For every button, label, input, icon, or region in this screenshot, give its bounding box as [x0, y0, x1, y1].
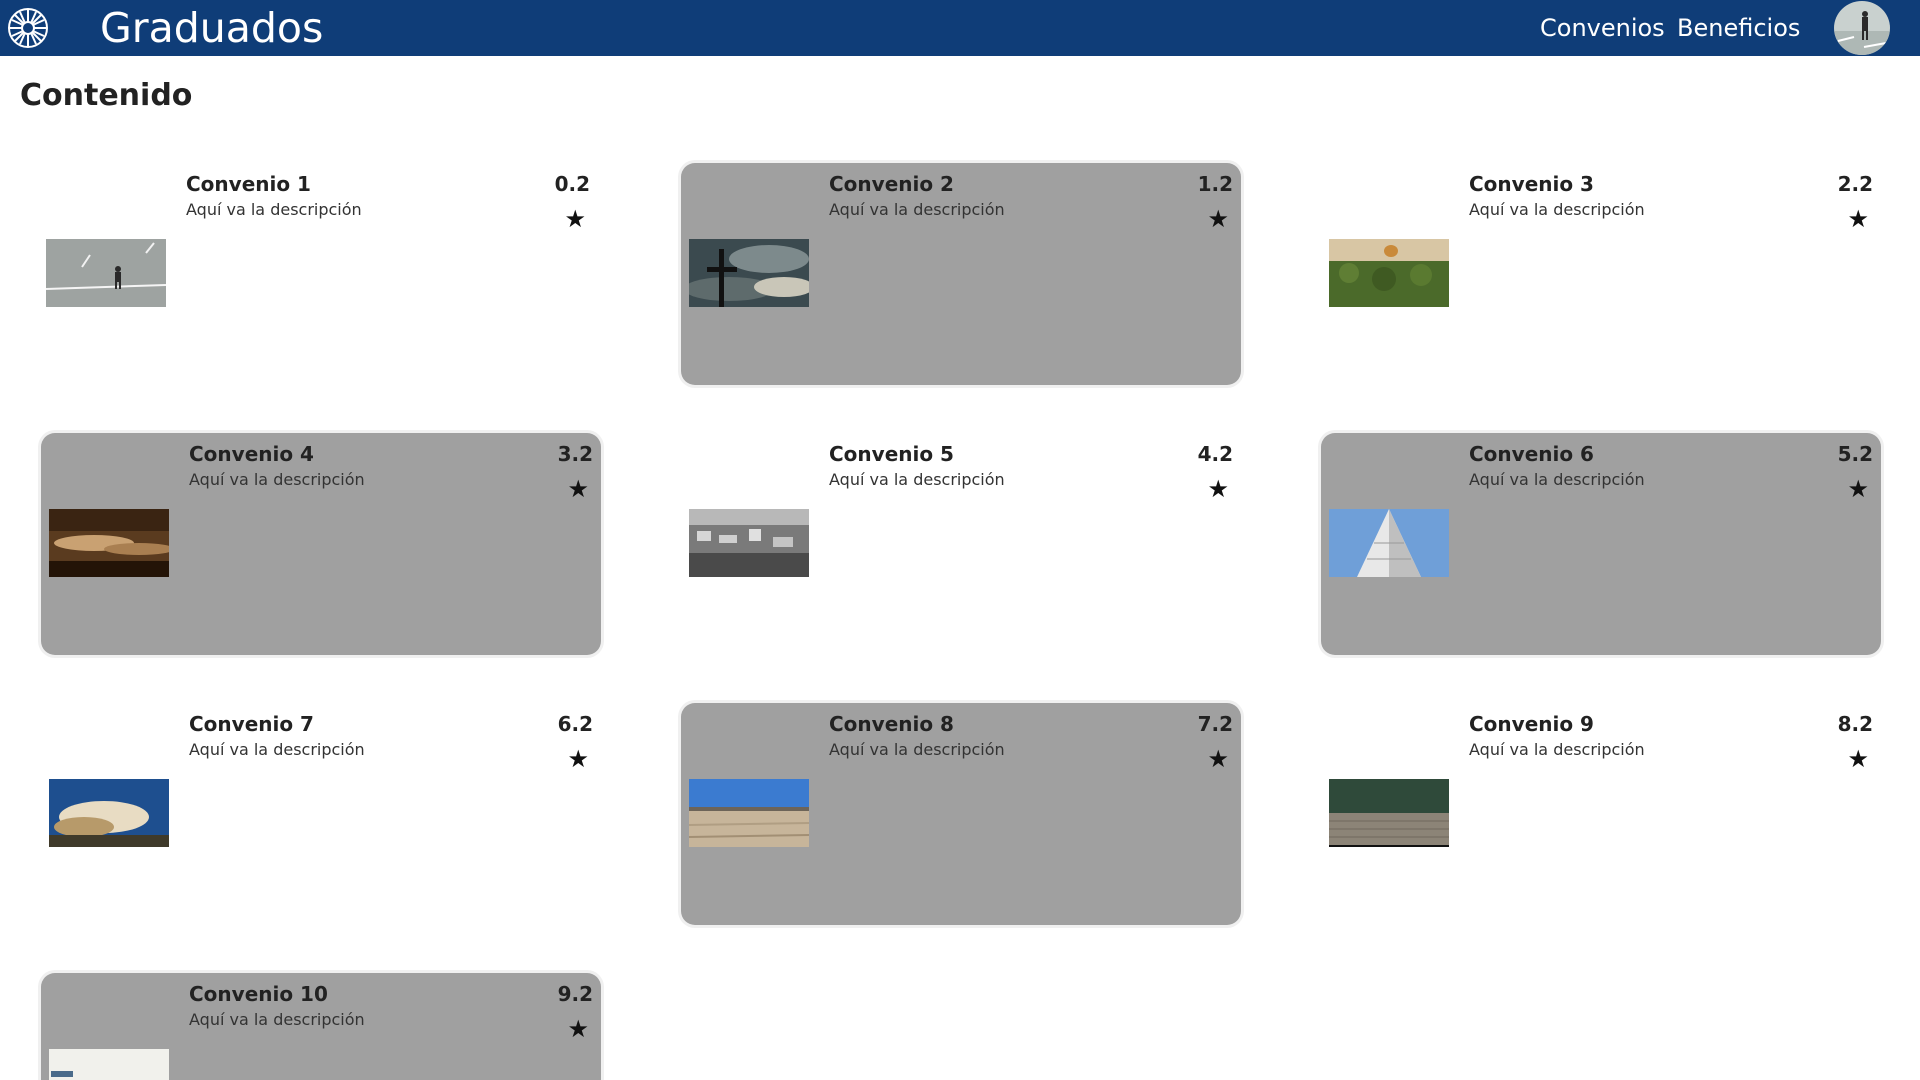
convenio-thumbnail — [1329, 239, 1449, 307]
convenio-card[interactable]: Convenio 1 Aquí va la descripción 0.2 ★ — [38, 163, 598, 385]
convenio-card[interactable]: Convenio 2 Aquí va la descripción 1.2 ★ — [681, 163, 1241, 385]
card-score: 0.2 — [554, 172, 590, 196]
university-logo-icon[interactable] — [7, 7, 49, 49]
card-title: Convenio 8 — [829, 712, 954, 736]
app-brand[interactable]: Graduados — [100, 2, 323, 54]
convenio-thumbnail — [49, 1049, 169, 1080]
convenio-card[interactable]: Convenio 4 Aquí va la descripción 3.2 ★ — [41, 433, 601, 655]
card-title: Convenio 7 — [189, 712, 314, 736]
convenio-thumbnail — [46, 239, 166, 307]
card-score: 4.2 — [1197, 442, 1233, 466]
card-title: Convenio 3 — [1469, 172, 1594, 196]
star-icon[interactable]: ★ — [567, 747, 589, 771]
star-icon[interactable]: ★ — [1207, 747, 1229, 771]
card-description: Aquí va la descripción — [186, 200, 362, 219]
nav-link-beneficios[interactable]: Beneficios — [1677, 12, 1800, 44]
star-icon[interactable]: ★ — [564, 207, 586, 231]
convenio-card[interactable]: Convenio 10 Aquí va la descripción 9.2 ★ — [41, 973, 601, 1080]
card-score: 9.2 — [557, 982, 593, 1006]
convenio-thumbnail — [689, 509, 809, 577]
convenio-card[interactable]: Convenio 5 Aquí va la descripción 4.2 ★ — [681, 433, 1241, 655]
card-description: Aquí va la descripción — [829, 470, 1005, 489]
card-score: 8.2 — [1837, 712, 1873, 736]
card-description: Aquí va la descripción — [829, 200, 1005, 219]
star-icon[interactable]: ★ — [1207, 477, 1229, 501]
card-description: Aquí va la descripción — [829, 740, 1005, 759]
star-icon[interactable]: ★ — [567, 477, 589, 501]
page-title: Contenido — [20, 78, 193, 113]
card-score: 3.2 — [557, 442, 593, 466]
card-title: Convenio 2 — [829, 172, 954, 196]
card-title: Convenio 1 — [186, 172, 311, 196]
convenio-thumbnail — [689, 239, 809, 307]
card-description: Aquí va la descripción — [189, 470, 365, 489]
card-score: 7.2 — [1197, 712, 1233, 736]
user-avatar[interactable] — [1834, 1, 1890, 55]
card-title: Convenio 10 — [189, 982, 328, 1006]
card-description: Aquí va la descripción — [189, 1010, 365, 1029]
star-icon[interactable]: ★ — [1207, 207, 1229, 231]
card-score: 1.2 — [1197, 172, 1233, 196]
card-title: Convenio 9 — [1469, 712, 1594, 736]
star-icon[interactable]: ★ — [567, 1017, 589, 1041]
convenio-card[interactable]: Convenio 7 Aquí va la descripción 6.2 ★ — [41, 703, 601, 925]
convenio-thumbnail — [49, 509, 169, 577]
card-title: Convenio 6 — [1469, 442, 1594, 466]
convenio-thumbnail — [1329, 509, 1449, 577]
card-title: Convenio 4 — [189, 442, 314, 466]
convenio-thumbnail — [1329, 779, 1449, 847]
star-icon[interactable]: ★ — [1847, 477, 1869, 501]
card-title: Convenio 5 — [829, 442, 954, 466]
card-description: Aquí va la descripción — [1469, 200, 1645, 219]
convenio-thumbnail — [49, 779, 169, 847]
convenio-card[interactable]: Convenio 8 Aquí va la descripción 7.2 ★ — [681, 703, 1241, 925]
card-description: Aquí va la descripción — [1469, 740, 1645, 759]
convenio-card[interactable]: Convenio 6 Aquí va la descripción 5.2 ★ — [1321, 433, 1881, 655]
card-description: Aquí va la descripción — [1469, 470, 1645, 489]
card-description: Aquí va la descripción — [189, 740, 365, 759]
star-icon[interactable]: ★ — [1847, 747, 1869, 771]
convenio-thumbnail — [689, 779, 809, 847]
card-score: 2.2 — [1837, 172, 1873, 196]
star-icon[interactable]: ★ — [1847, 207, 1869, 231]
convenio-card[interactable]: Convenio 9 Aquí va la descripción 8.2 ★ — [1321, 703, 1881, 925]
nav-link-convenios[interactable]: Convenios — [1540, 12, 1665, 44]
top-navbar: Graduados Convenios Beneficios — [0, 0, 1920, 56]
card-score: 5.2 — [1837, 442, 1873, 466]
convenio-card[interactable]: Convenio 3 Aquí va la descripción 2.2 ★ — [1321, 163, 1881, 385]
card-score: 6.2 — [557, 712, 593, 736]
